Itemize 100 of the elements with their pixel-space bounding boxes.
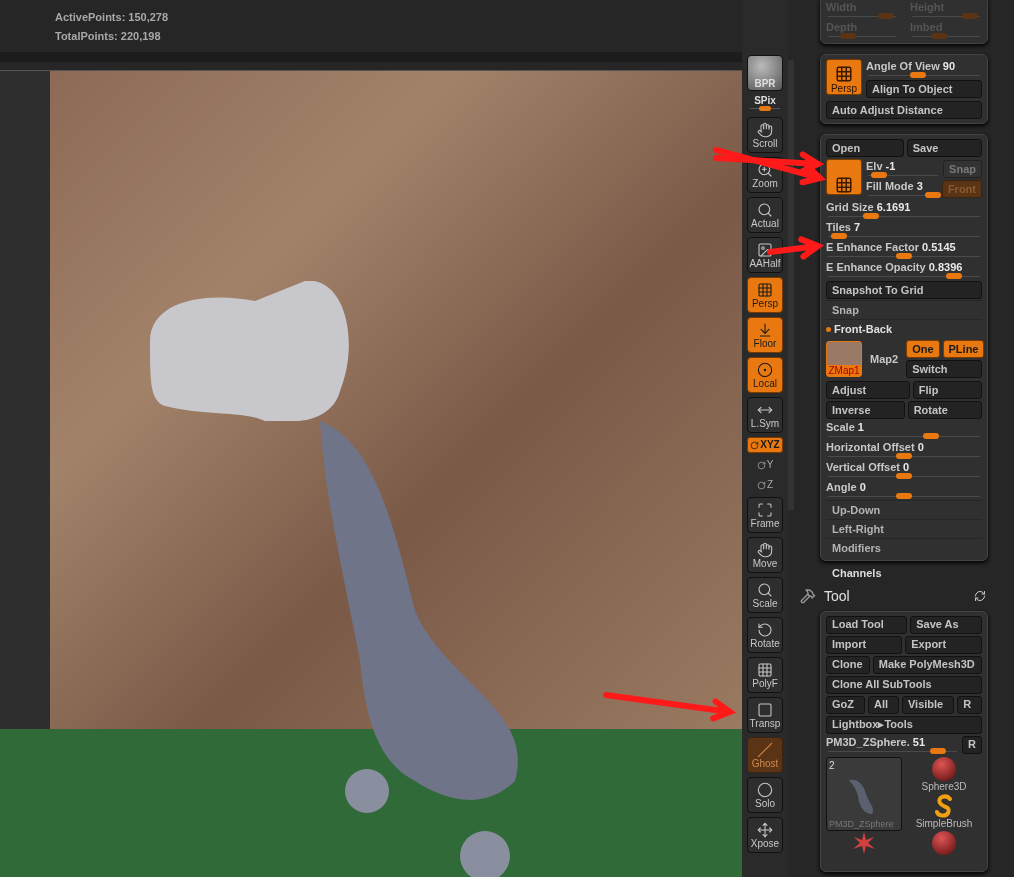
slider-track[interactable]: [828, 273, 980, 279]
slider-thumb[interactable]: [870, 172, 887, 178]
toolbar-button[interactable]: Rotate: [747, 617, 783, 653]
slider-label: Scale 1: [826, 421, 865, 433]
panel-button[interactable]: Import: [826, 635, 903, 654]
toolbar-button[interactable]: Xpose: [747, 817, 783, 853]
panel-button[interactable]: R: [957, 695, 983, 714]
panel-button[interactable]: One: [906, 340, 940, 358]
slider-track[interactable]: [828, 747, 958, 754]
axis-button[interactable]: Y: [747, 457, 783, 473]
rotate-icon: [756, 480, 766, 490]
slider-thumb[interactable]: [925, 192, 942, 198]
section-header[interactable]: Modifiers: [826, 538, 982, 557]
stat-text: TotalPoints: 220,198: [55, 28, 162, 43]
slider-thumb[interactable]: [840, 33, 857, 39]
panel-button[interactable]: Visible: [901, 695, 955, 714]
slider-thumb[interactable]: [929, 747, 946, 754]
slider-thumb[interactable]: [896, 453, 912, 459]
slider-track[interactable]: [828, 213, 980, 219]
panel-button[interactable]: Save As: [910, 615, 982, 634]
section-header[interactable]: Up-Down: [826, 500, 982, 519]
toolbar-button[interactable]: Transp: [747, 697, 783, 733]
panel-button[interactable]: Auto Adjust Distance: [826, 101, 982, 119]
axis-button[interactable]: Z: [747, 477, 783, 493]
slider-thumb[interactable]: [896, 493, 912, 499]
panel-button[interactable]: Open: [826, 139, 904, 157]
toolbar-button[interactable]: Scale: [747, 577, 783, 613]
toolbar-button[interactable]: PolyF: [747, 657, 783, 693]
toolbar-button[interactable]: XYZ: [747, 437, 783, 453]
slider-track[interactable]: [828, 473, 980, 479]
toolbar-button[interactable]: AAHalf: [747, 237, 783, 273]
tool-thumbnail-label: PM3D_ZSphere: [829, 818, 895, 830]
panel-button[interactable]: Make PolyMesh3D: [872, 655, 982, 674]
panel-button[interactable]: Save: [906, 139, 982, 157]
slider-track[interactable]: [828, 13, 896, 19]
panel-button[interactable]: Export: [905, 635, 982, 654]
slider-thumb[interactable]: [896, 473, 912, 479]
panel-button[interactable]: Switch: [906, 360, 982, 378]
s-shape-icon: [933, 793, 955, 818]
panel-button[interactable]: PLine: [942, 340, 985, 358]
slider-track[interactable]: [912, 13, 980, 19]
slider-thumb[interactable]: [923, 433, 940, 439]
slider-track[interactable]: [868, 72, 980, 78]
section-header[interactable]: Snap: [826, 300, 982, 319]
slider-label: Tiles 7: [826, 221, 862, 233]
panel-button[interactable]: Lightbox▸Tools: [826, 715, 982, 734]
hammer-icon: [800, 588, 816, 604]
slider-track[interactable]: [828, 253, 980, 259]
panel-button[interactable]: Adjust: [826, 381, 910, 399]
section-header[interactable]: Left-Right: [826, 519, 982, 538]
section-title: Channels: [831, 566, 883, 581]
toolbar-button[interactable]: Move: [747, 537, 783, 573]
toolbar-button[interactable]: Persp: [747, 277, 783, 313]
slider-thumb[interactable]: [896, 253, 912, 259]
panel-button[interactable]: Clone: [826, 655, 870, 674]
panel-button[interactable]: R: [962, 735, 982, 754]
panel-button[interactable]: Align To Object: [866, 80, 982, 98]
slider-track[interactable]: [828, 233, 980, 239]
slider-thumb[interactable]: [877, 13, 894, 19]
tool-thumbnail-label: SimpleBrush: [915, 817, 973, 830]
toolbar-button[interactable]: Floor: [747, 317, 783, 353]
toolbar-button[interactable]: Frame: [747, 497, 783, 533]
slider-thumb[interactable]: [830, 233, 847, 239]
slider-thumb[interactable]: [910, 72, 927, 78]
slider-track[interactable]: [828, 33, 896, 39]
slider-thumb[interactable]: [931, 33, 948, 39]
toolbar-button[interactable]: Scroll: [747, 117, 783, 153]
panel-button[interactable]: GoZ: [826, 695, 865, 714]
panel-button[interactable]: Clone All SubTools: [826, 675, 982, 694]
slider-label: Angle 0: [826, 481, 867, 493]
toolbar-button[interactable]: Actual: [747, 197, 783, 233]
panel-button[interactable]: Rotate: [907, 401, 982, 419]
slider-thumb[interactable]: [961, 13, 978, 19]
slider-thumb[interactable]: [759, 106, 771, 111]
panel-button[interactable]: Load Tool: [826, 615, 908, 634]
slider-thumb[interactable]: [862, 213, 879, 219]
perspective-tile[interactable]: Persp: [826, 59, 862, 95]
toolbar-button[interactable]: Local: [747, 357, 783, 393]
slider-track[interactable]: [828, 453, 980, 459]
toolbar-button[interactable]: L.Sym: [747, 397, 783, 433]
slider-track[interactable]: [828, 493, 980, 499]
panel-button[interactable]: Inverse: [826, 401, 905, 419]
slider-thumb[interactable]: [946, 273, 963, 279]
grid-icon: [835, 176, 853, 194]
panel-button[interactable]: Snapshot To Grid: [826, 281, 982, 299]
refresh-icon[interactable]: [974, 590, 986, 602]
toolbar-button[interactable]: Solo: [747, 777, 783, 813]
stat-text: ActivePoints: 150,278: [55, 9, 170, 24]
perspective-tile[interactable]: [826, 159, 862, 195]
slider-track[interactable]: [912, 33, 980, 39]
panel-button[interactable]: Flip: [912, 381, 982, 399]
panel-button[interactable]: All: [867, 695, 899, 714]
slider-track[interactable]: [828, 433, 980, 439]
section-header[interactable]: Front-Back: [826, 319, 982, 338]
slider-label: Horizontal Offset 0: [826, 441, 925, 453]
hand-icon: [757, 541, 773, 558]
tool-thumbnail[interactable]: 2 PM3D_ZSphere: [826, 756, 902, 831]
slider-track[interactable]: [868, 172, 939, 178]
toolbar-label: SPix: [754, 95, 776, 106]
hand-icon: [757, 121, 773, 138]
